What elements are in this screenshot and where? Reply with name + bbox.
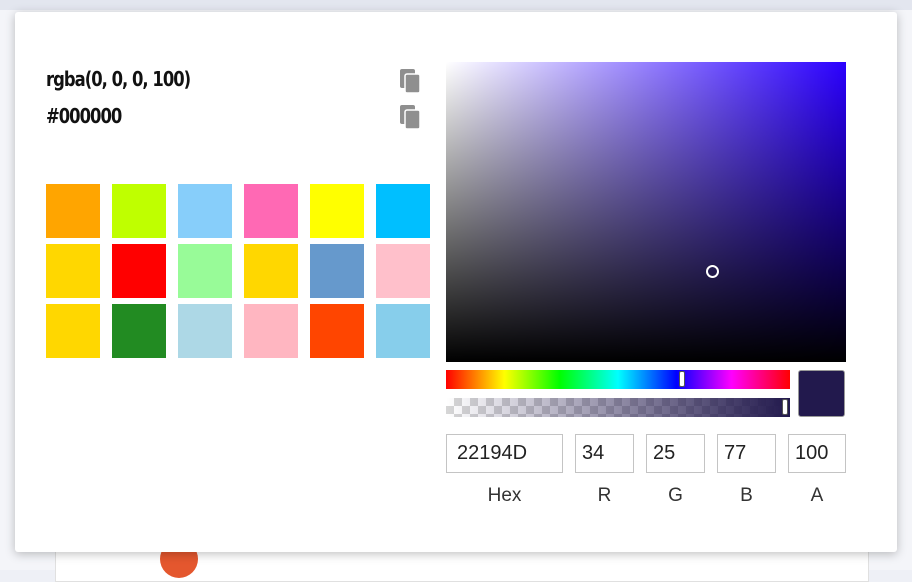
color-swatch[interactable] bbox=[310, 184, 364, 238]
alpha-slider-handle[interactable] bbox=[782, 399, 788, 415]
copy-icon[interactable] bbox=[398, 67, 424, 97]
red-label: R bbox=[597, 485, 612, 506]
hex-label: Hex bbox=[487, 485, 522, 506]
color-swatch[interactable] bbox=[310, 244, 364, 298]
color-swatch[interactable] bbox=[310, 304, 364, 358]
green-input[interactable] bbox=[646, 434, 705, 473]
saturation-value-area[interactable] bbox=[446, 62, 846, 362]
color-swatch[interactable] bbox=[112, 304, 166, 358]
alpha-input[interactable] bbox=[788, 434, 846, 473]
color-swatch[interactable] bbox=[376, 244, 430, 298]
color-swatch[interactable] bbox=[244, 244, 298, 298]
color-picker-popup: rgba(0, 0, 0, 100) #000000 Hex R G B A bbox=[15, 12, 897, 552]
color-swatch[interactable] bbox=[178, 244, 232, 298]
red-input[interactable] bbox=[575, 434, 634, 473]
color-swatch[interactable] bbox=[112, 184, 166, 238]
color-swatch[interactable] bbox=[244, 184, 298, 238]
alpha-gradient bbox=[446, 398, 790, 417]
color-swatch[interactable] bbox=[178, 304, 232, 358]
alpha-label: A bbox=[810, 485, 824, 506]
blue-input[interactable] bbox=[717, 434, 776, 473]
browser-top-bar bbox=[0, 0, 912, 10]
copy-icon[interactable] bbox=[398, 103, 424, 133]
color-swatch[interactable] bbox=[46, 184, 100, 238]
color-cursor[interactable] bbox=[706, 265, 719, 278]
color-swatch[interactable] bbox=[376, 304, 430, 358]
alpha-slider[interactable] bbox=[446, 398, 790, 417]
rgba-value-text: rgba(0, 0, 0, 100) bbox=[46, 67, 191, 91]
color-preview-swatch bbox=[798, 370, 845, 417]
color-swatch[interactable] bbox=[46, 304, 100, 358]
color-swatch[interactable] bbox=[112, 244, 166, 298]
blue-label: B bbox=[740, 485, 753, 506]
hue-slider-handle[interactable] bbox=[679, 371, 686, 387]
color-swatch[interactable] bbox=[178, 184, 232, 238]
color-swatch[interactable] bbox=[376, 184, 430, 238]
hex-input[interactable] bbox=[446, 434, 563, 473]
hue-slider[interactable] bbox=[446, 370, 790, 389]
color-swatch[interactable] bbox=[46, 244, 100, 298]
preset-swatch-grid bbox=[46, 184, 430, 358]
value-gradient bbox=[446, 62, 846, 362]
green-label: G bbox=[668, 485, 683, 506]
hex-value-text: #000000 bbox=[46, 104, 122, 128]
color-swatch[interactable] bbox=[244, 304, 298, 358]
